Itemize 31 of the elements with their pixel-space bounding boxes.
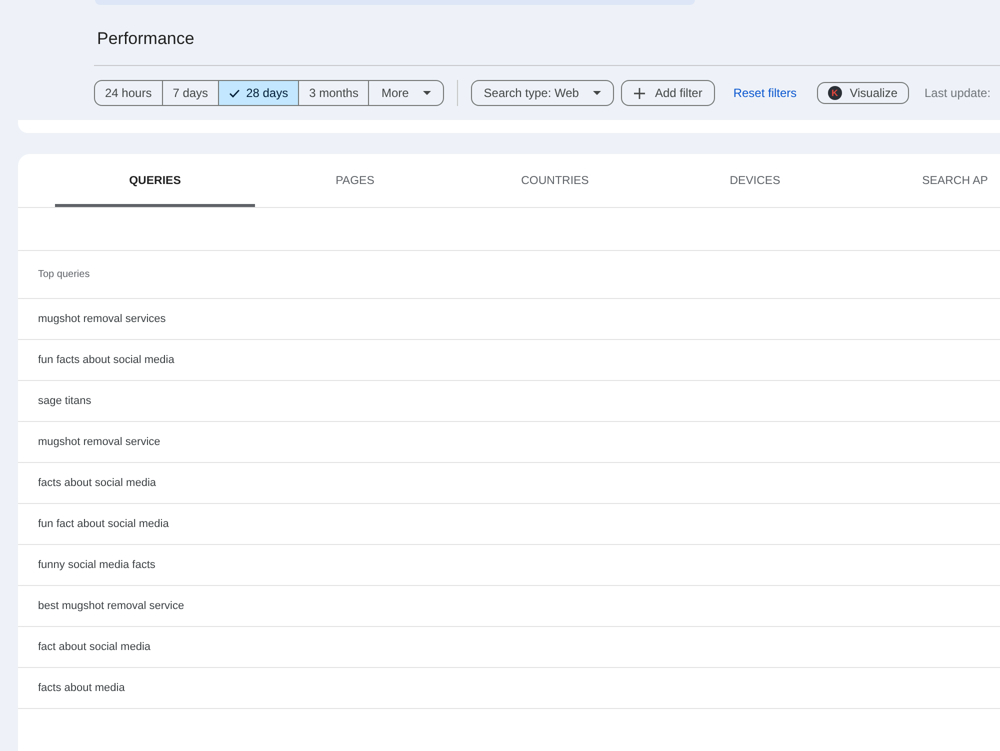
date-range-option[interactable]: 3 months — [298, 81, 368, 105]
column-header: Top queries — [18, 251, 1000, 299]
table-cell: funny social media facts — [18, 545, 1000, 586]
last-update-label: Last update: — [924, 86, 991, 100]
table-cell: fun fact about social media — [18, 504, 1000, 545]
table-cell: fun facts about social media — [18, 340, 1000, 381]
table-cell: sage titans — [18, 381, 1000, 422]
page-title: Performance — [97, 28, 194, 50]
check-icon — [229, 88, 240, 98]
tab[interactable]: SEARCH AP — [855, 154, 1000, 207]
tab[interactable]: QUERIES — [55, 154, 255, 207]
table-cell: best mugshot removal service — [18, 586, 1000, 627]
caret-icon — [422, 91, 431, 95]
tab[interactable]: COUNTRIES — [455, 154, 655, 207]
date-range-option[interactable]: 28 days — [218, 81, 298, 105]
visualize-button[interactable]: K Visualize — [816, 82, 908, 104]
table-cell: facts about social media — [18, 463, 1000, 504]
date-range-option[interactable]: 24 hours — [95, 81, 162, 105]
search-type-dropdown[interactable]: Search type: Web — [470, 80, 614, 106]
table-cell: fact about social media — [18, 627, 1000, 668]
plus-icon — [634, 88, 645, 98]
table-cell: facts about media — [18, 668, 1000, 709]
tab[interactable]: PAGES — [255, 154, 455, 207]
reset-filters-link[interactable]: Reset filters — [733, 86, 797, 100]
caret-icon — [592, 91, 601, 95]
more-dropdown[interactable]: More — [368, 81, 443, 105]
table-cell: mugshot removal services — [18, 299, 1000, 340]
add-filter-button[interactable]: Add filter — [620, 80, 716, 106]
logo-icon: K — [828, 86, 842, 100]
table-cell: mugshot removal service — [18, 422, 1000, 463]
tab[interactable]: DEVICES — [655, 154, 855, 207]
